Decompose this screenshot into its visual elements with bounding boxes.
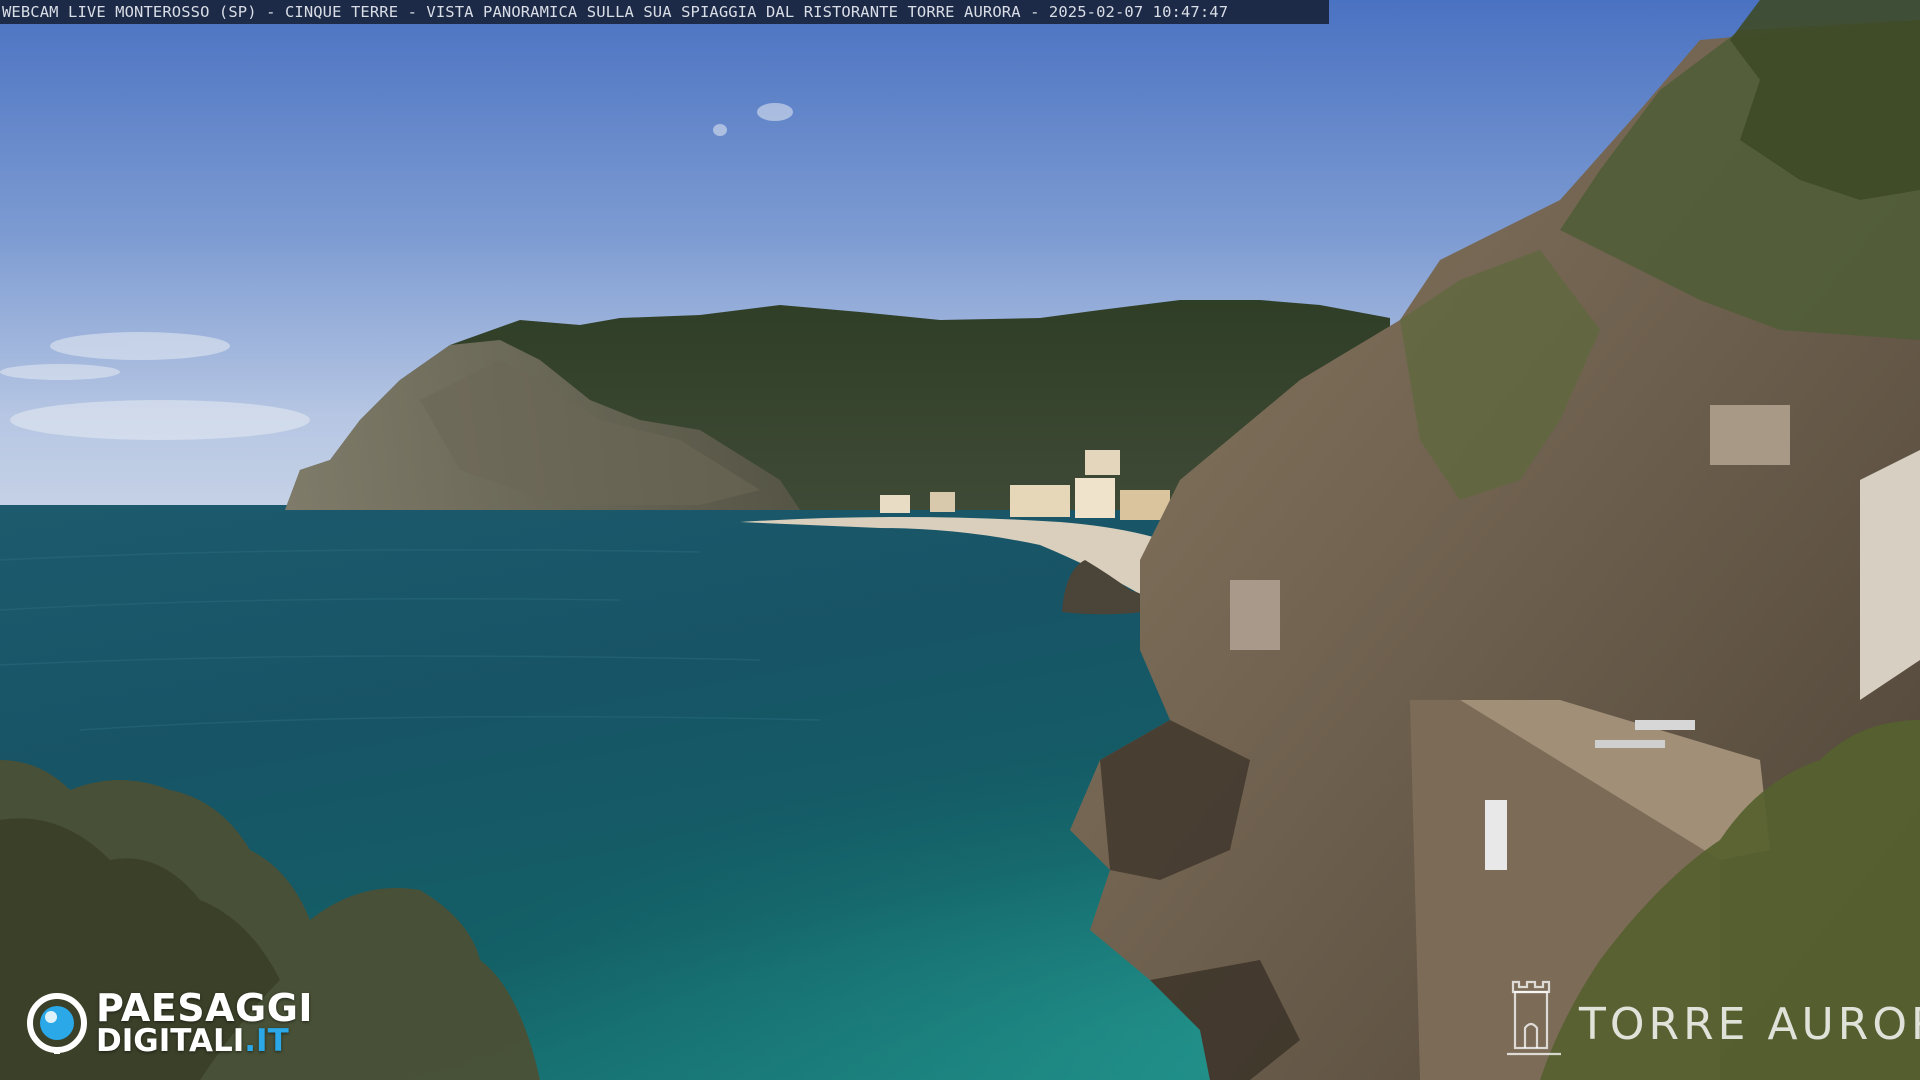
torre-aurora-watermark: TORRE AURORA (1505, 978, 1920, 1058)
camera-lens-icon (26, 992, 88, 1054)
paesaggi-digitali-logo: PAESAGGI DIGITALI.IT (26, 988, 336, 1060)
logo-tld: .IT (244, 1023, 289, 1059)
logo-word-paesaggi: PAESAGGI (96, 986, 314, 1030)
landscape-photo (0, 0, 1920, 1080)
tower-icon (1505, 978, 1563, 1058)
logo-word-digitali-text: DIGITALI (96, 1023, 245, 1059)
webcam-frame: WEBCAM LIVE MONTEROSSO (SP) - CINQUE TER… (0, 0, 1920, 1080)
webcam-caption: WEBCAM LIVE MONTEROSSO (SP) - CINQUE TER… (0, 0, 1329, 24)
brand-name: TORRE AURORA (1579, 999, 1920, 1050)
logo-word-digitali: DIGITALI.IT (96, 1024, 289, 1058)
